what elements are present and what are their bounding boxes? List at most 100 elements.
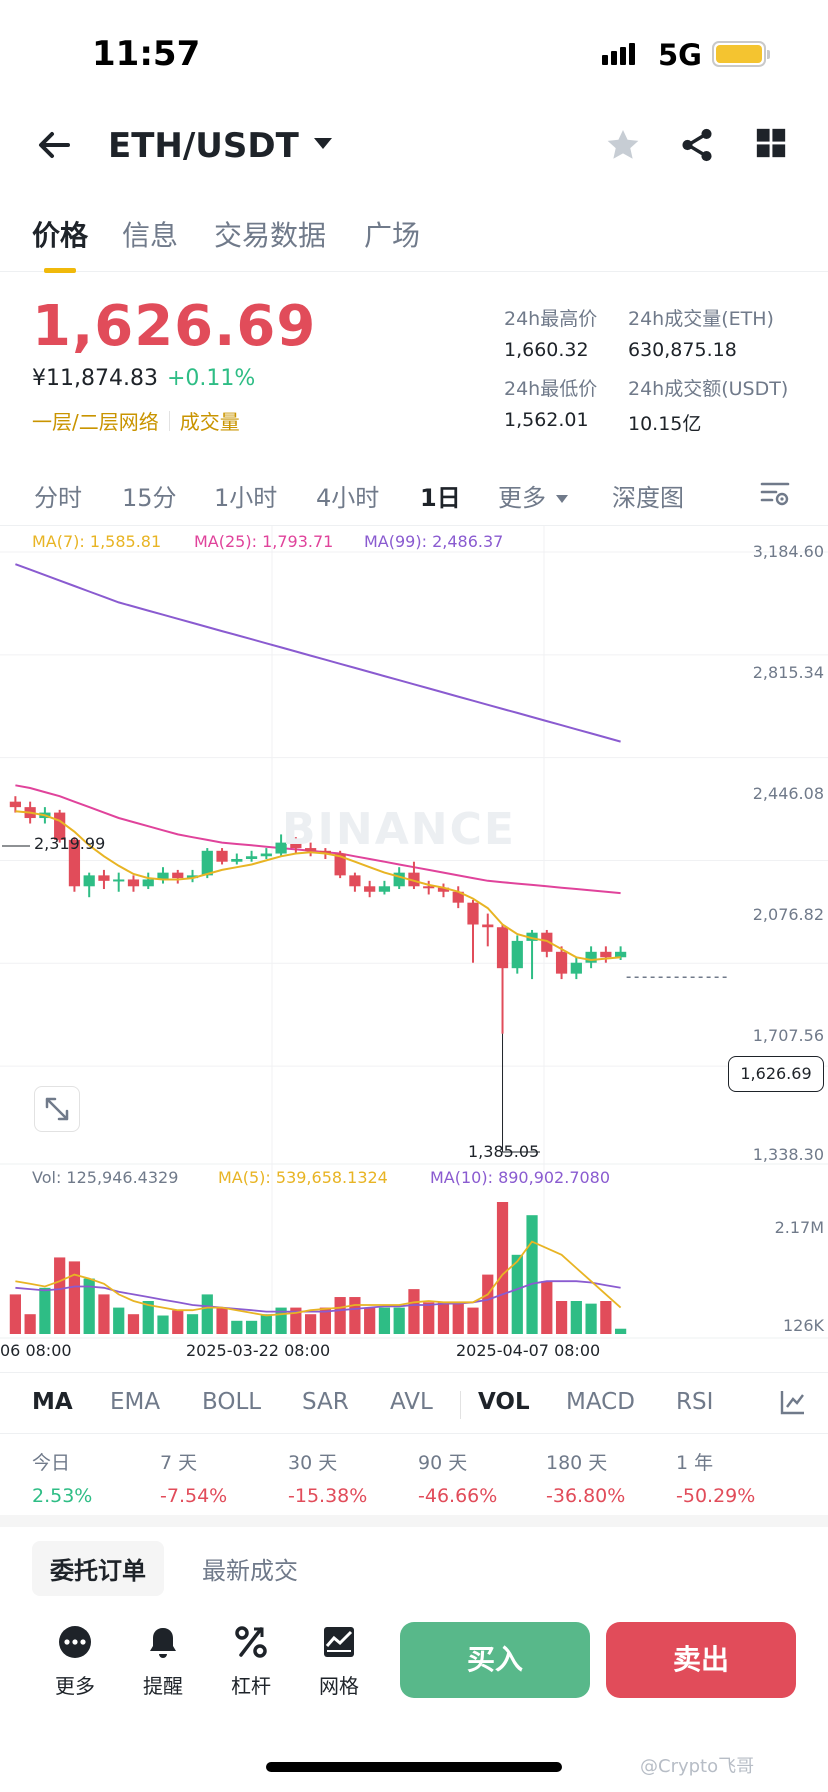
candle-body [260,853,272,857]
period-more[interactable]: 更多 [498,478,568,513]
last-price: 1,626.69 [32,294,317,359]
kline-chart[interactable]: BINANCE MA(7): 1,585.81 MA(25): 1,793.71… [0,525,828,1365]
legend-ma25: MA(25): 1,793.71 [194,532,334,551]
vol-axis-bottom: 126K [782,1316,824,1335]
indicator-tabs: MA EMA BOLL SAR AVL VOL MACD RSI [0,1372,828,1434]
tab-trading-data[interactable]: 交易数据 [214,214,326,254]
period-1h[interactable]: 1小时 [214,478,277,513]
pair-dropdown-icon[interactable] [314,138,332,149]
tab-square[interactable]: 广场 [364,214,420,254]
volume-bar [467,1307,479,1334]
volume-bar [496,1202,509,1334]
leverage-button[interactable]: 杠杆 [216,1624,286,1699]
period-depth[interactable]: 深度图 [612,478,684,513]
volume-bar [585,1303,597,1334]
period-4h[interactable]: 4小时 [316,478,379,513]
volume-bar [24,1314,36,1334]
volume-bar [68,1261,81,1334]
favorite-star-icon[interactable] [604,126,642,164]
sell-button[interactable]: 卖出 [606,1622,796,1698]
volume-bar [555,1301,568,1334]
candle-body [113,879,125,882]
tab-info[interactable]: 信息 [122,214,178,254]
vol-ma5-legend: MA(5): 539,658.1324 [218,1168,388,1187]
alert-button[interactable]: 提醒 [128,1624,198,1699]
volume-bar [127,1314,140,1334]
perf-value: -15.38% [288,1485,368,1507]
candle-body [570,962,582,974]
share-icon[interactable] [678,126,716,164]
indicator-macd[interactable]: MACD [566,1389,635,1415]
indicator-vol[interactable]: VOL [478,1389,530,1415]
tag-network[interactable]: 一层/二层网络 [32,406,159,435]
tab-price[interactable]: 价格 [32,214,88,254]
axis-label: 3,184.60 [752,542,824,561]
vol-ma10-legend: MA(10): 890,902.7080 [430,1168,611,1187]
change-percent: +0.11% [167,366,256,391]
more-dots-icon [57,1624,93,1660]
volume-bar [437,1302,450,1334]
ma99-line [15,563,621,743]
buy-button[interactable]: 买入 [400,1622,590,1698]
axis-label: 1,338.30 [752,1145,824,1164]
candle-body [615,951,627,958]
tab-recent-trades[interactable]: 最新成交 [184,1541,316,1596]
bottom-action-bar: 更多 提醒 杠杆 网格 买入 卖出 [0,1610,828,1720]
candle-body [231,858,243,862]
date-label: 2025-04-07 08:00 [456,1341,601,1360]
period-1d[interactable]: 1日 [420,478,461,513]
indicator-settings-icon[interactable] [778,1387,808,1417]
grid-trading-button[interactable]: 网格 [304,1624,374,1699]
home-indicator [266,1762,562,1772]
volume-bar [186,1314,199,1334]
volume-bar [452,1302,464,1334]
chart-settings-icon[interactable] [760,480,790,508]
price-summary: 1,626.69 ¥11,874.83 +0.11% 一层/二层网络 成交量 2… [0,290,828,450]
candle-body [172,872,184,879]
perf-label: 180 天 [546,1452,608,1474]
axis-label: 2,076.82 [752,905,824,924]
perf-30d: 30 天 -15.38% [288,1448,367,1507]
candle-body [378,886,391,892]
stat-low-value: 1,562.01 [504,409,589,431]
grid-menu-icon[interactable] [754,126,792,164]
grid-trading-label: 网格 [319,1674,359,1698]
axis-label: 2,446.08 [752,784,824,803]
candle-body [600,951,612,958]
candle-body [496,927,509,969]
volume-bar [157,1315,169,1334]
volume-bar [216,1307,228,1334]
perf-value: -7.54% [160,1485,228,1507]
main-tabs: 价格 信息 交易数据 广场 [0,210,828,273]
perf-value: -46.66% [418,1485,498,1507]
more-button[interactable]: 更多 [40,1624,110,1699]
period-15m[interactable]: 15分 [122,478,177,513]
indicator-rsi[interactable]: RSI [676,1389,713,1415]
volume-bar [393,1307,405,1334]
percent-icon [233,1624,269,1660]
binance-watermark: BINANCE [282,804,516,855]
date-label: 2025-03-22 08:00 [186,1341,331,1360]
cny-price: ¥11,874.83 [32,366,158,391]
indicator-avl[interactable]: AVL [390,1389,433,1415]
volume-bar [615,1328,627,1334]
perf-label: 7 天 [160,1452,198,1474]
indicator-boll[interactable]: BOLL [202,1389,261,1415]
volume-bar [245,1320,258,1334]
indicator-ma[interactable]: MA [32,1389,73,1415]
tag-volume[interactable]: 成交量 [180,406,240,435]
indicator-ema[interactable]: EMA [110,1389,160,1415]
perf-label: 30 天 [288,1452,338,1474]
expand-chart-button[interactable] [34,1086,80,1132]
axis-label: 2,815.34 [752,663,824,682]
pair-title[interactable]: ETH/USDT [108,126,299,166]
indicator-sar[interactable]: SAR [302,1389,349,1415]
stat-vol-usdt-label: 24h成交额(USDT) [628,378,789,400]
period-timeline[interactable]: 分时 [34,478,82,513]
stat-vol-usdt: 24h成交额(USDT) 10.15亿 [628,374,788,436]
tab-open-orders[interactable]: 委托订单 [32,1541,164,1596]
back-arrow-icon[interactable] [34,128,74,162]
candle-body [555,951,568,974]
legend-ma99: MA(99): 2,486.37 [364,532,504,551]
perf-90d: 90 天 -46.66% [418,1448,497,1507]
